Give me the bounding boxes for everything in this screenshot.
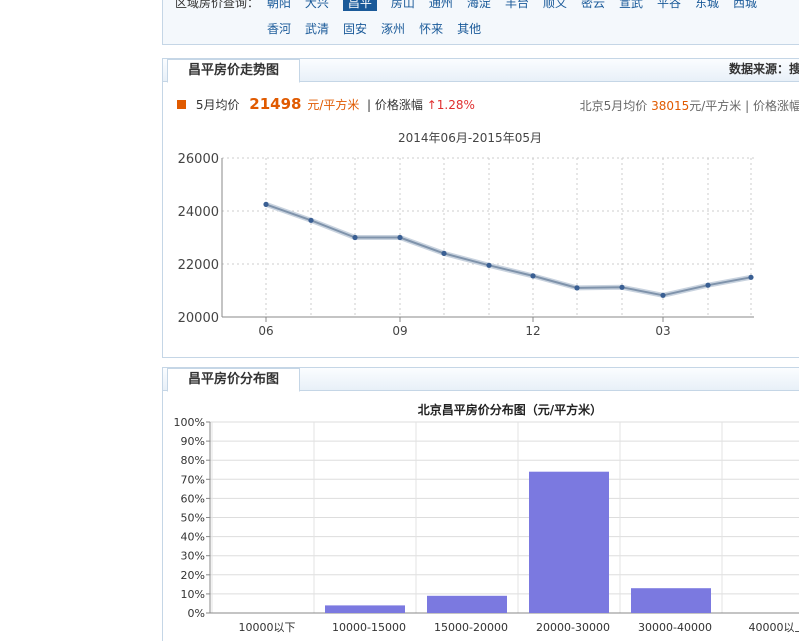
bar-chart-x-tick-label: 10000-15000	[332, 621, 406, 634]
bar-chart-x-tick-label: 30000-40000	[638, 621, 712, 634]
bar-chart-y-tick-label: 50%	[181, 512, 205, 525]
bar-chart-bar	[529, 471, 609, 613]
bar-chart-bar	[427, 595, 507, 613]
bar-chart-x-tick-label: 20000-30000	[536, 621, 610, 634]
bar-chart-x-tick-label: 40000以上	[749, 621, 799, 634]
bar-chart-y-tick-label: 30%	[181, 550, 205, 563]
bar-chart-x-tick-label: 15000-20000	[434, 621, 508, 634]
bar-chart-y-tick-label: 60%	[181, 492, 205, 505]
bar-chart-y-tick-label: 100%	[174, 416, 205, 429]
bar-chart-x-tick-label: 10000以下	[239, 621, 296, 634]
price-distribution-bar-chart: 北京昌平房价分布图（元/平方米） 0% 10% 20% 30% 40% 50% 60% 70% 8…	[174, 402, 799, 634]
bar-chart-y-tick-label: 70%	[181, 473, 205, 486]
bar-chart-y-tick-label: 10%	[181, 588, 205, 601]
bar-chart-y-tick-label: 90%	[181, 435, 205, 448]
bar-chart-y-tick-label: 80%	[181, 454, 205, 467]
bar-chart-bar	[325, 605, 405, 613]
bar-chart-y-tick-label: 20%	[181, 569, 205, 582]
page: 区域房价查询： 朝阳 大兴 昌平 房山 通州 海淀 丰台 顺义 密云 宣武 平谷 东城 西城 香河 武清固…	[0, 0, 799, 641]
bar-chart-y-tick-label: 0%	[188, 607, 205, 620]
bar-chart-y-tick-label: 40%	[181, 531, 205, 544]
bar-chart-bar	[631, 588, 711, 613]
bar-chart-title: 北京昌平房价分布图（元/平方米）	[418, 402, 602, 417]
